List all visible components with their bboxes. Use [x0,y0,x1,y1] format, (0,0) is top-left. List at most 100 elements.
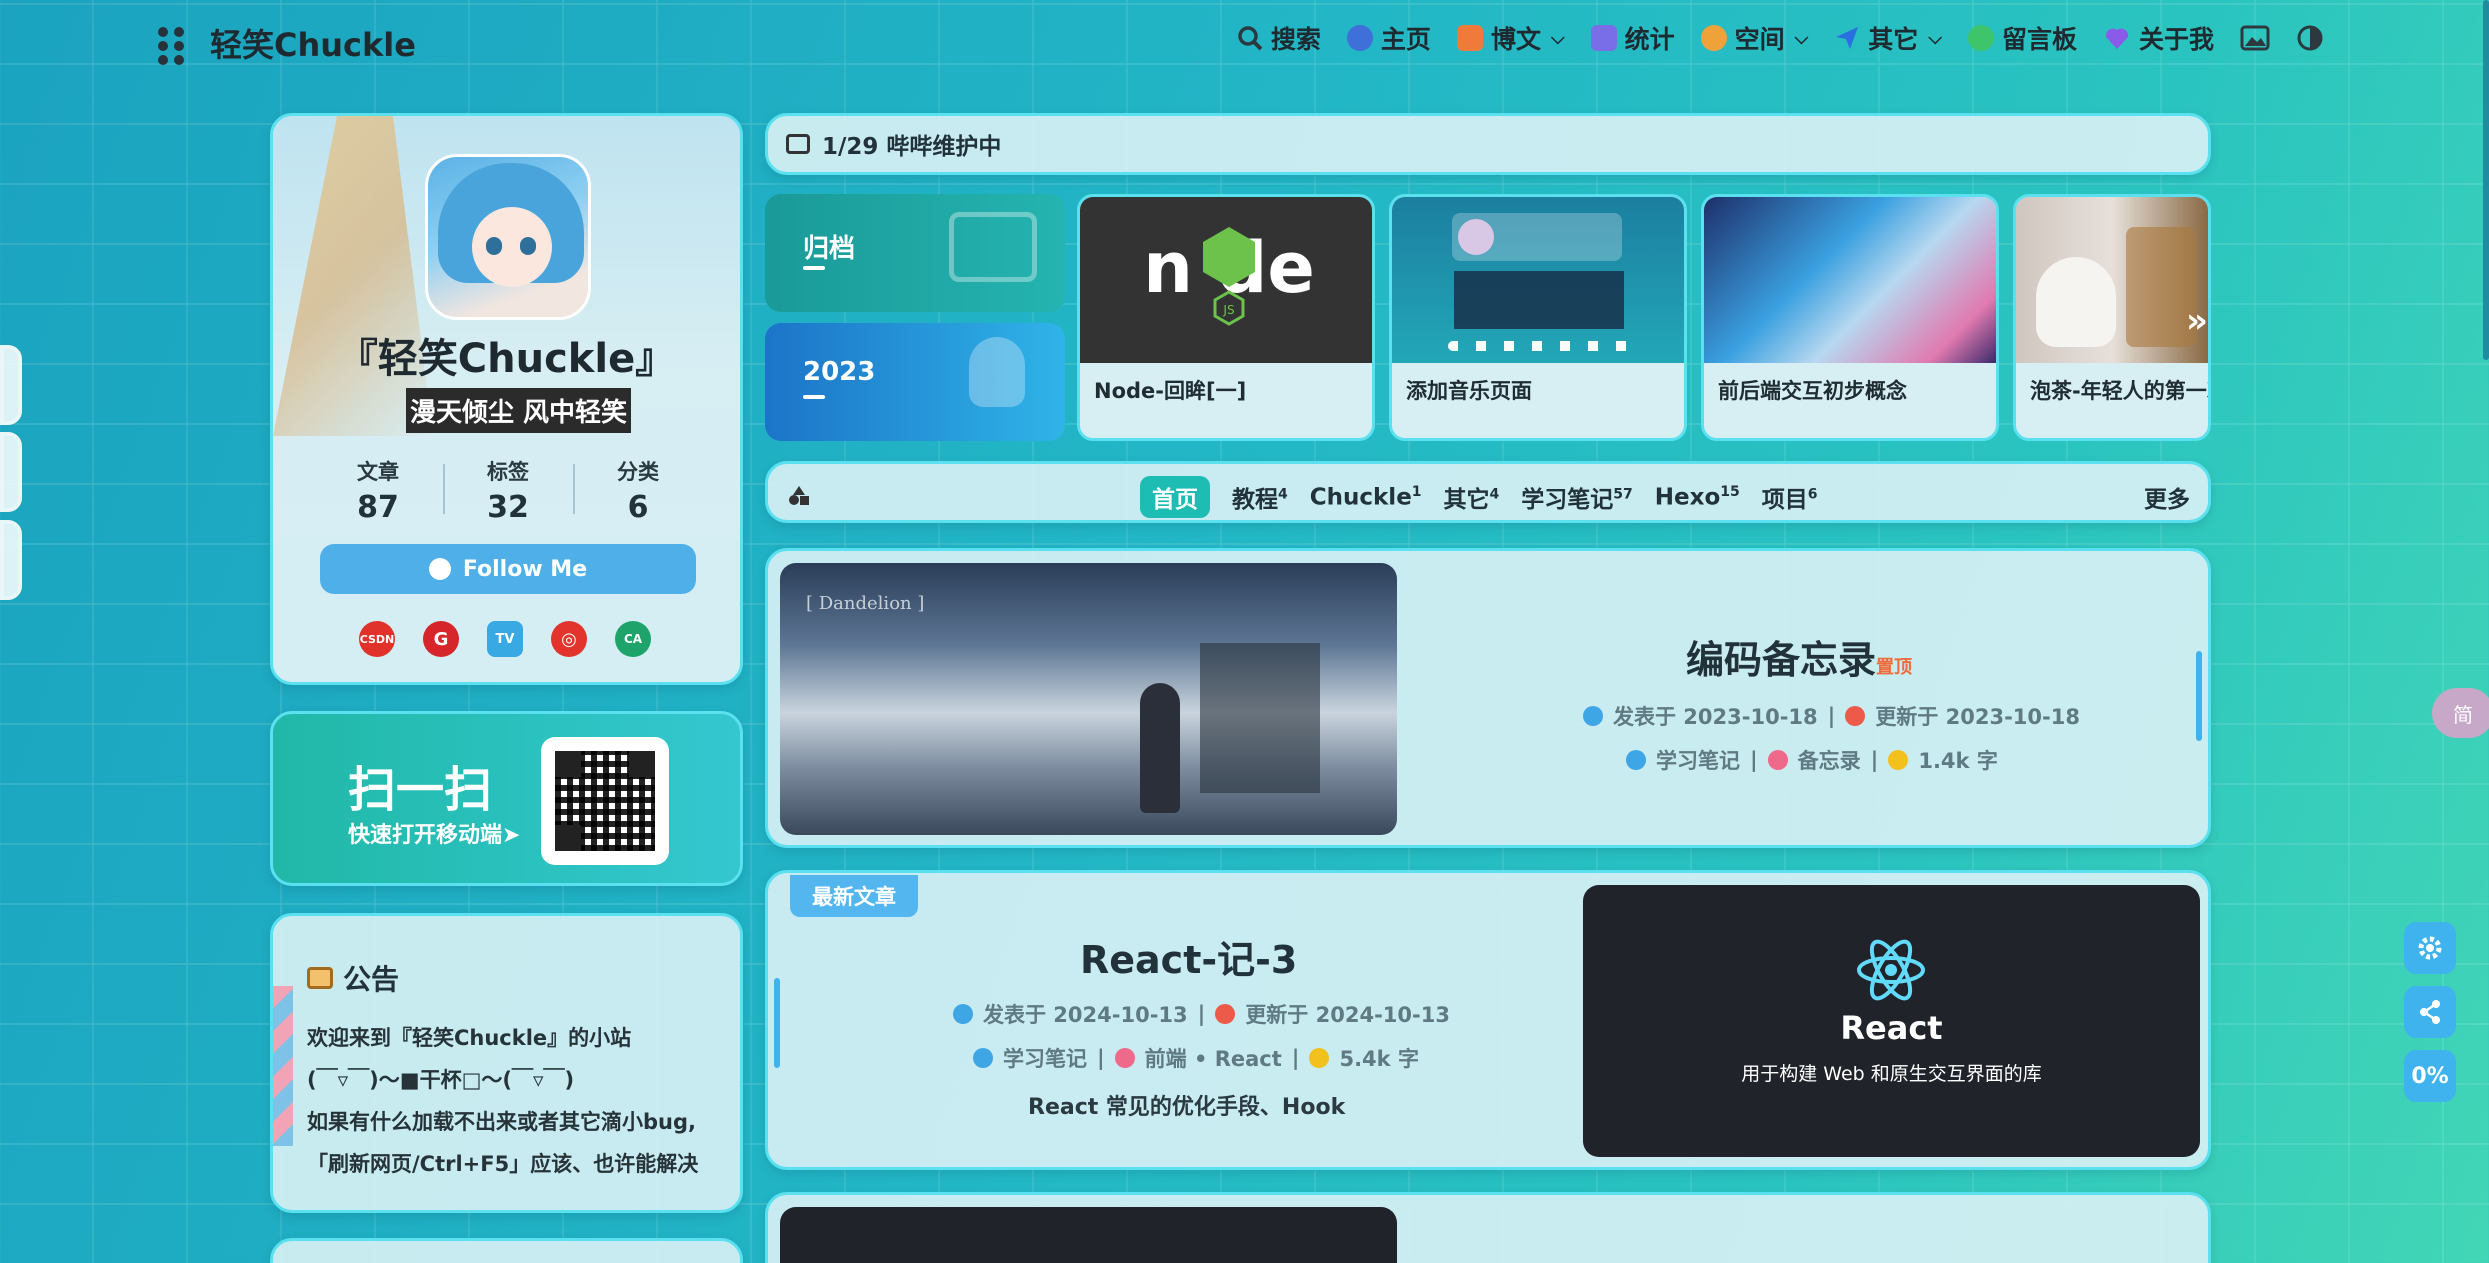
article-title: 编码备忘录置顶 [1686,638,1913,682]
side-handle[interactable] [0,520,22,600]
bilibili-icon[interactable]: TV [487,621,523,657]
card-scroll-indicator [2196,651,2202,741]
follow-label: Follow Me [462,556,588,582]
article-cover: React 用于构建 Web 和原生交互界面的库 [1583,885,2200,1157]
nav-item-space[interactable]: 空间 ⌵ [1700,20,1808,56]
social-links: CSDN G TV ◎ CA [359,621,651,657]
megaphone-icon [307,967,333,989]
category-more-link[interactable]: 更多 [2144,480,2190,514]
stat-categories[interactable]: 分类 6 [573,456,703,525]
scan-title: 扫一扫 [348,762,493,818]
nav-item-label: 博文 [1490,25,1541,54]
qr-code[interactable] [541,737,669,865]
nav-item-label: 其它 [1868,25,1919,54]
nav-item-stats[interactable]: 统计 [1590,20,1675,56]
page-scrollbar[interactable] [2483,0,2489,360]
plane-icon [1836,27,1859,49]
avatar[interactable] [425,154,591,320]
message-icon [1967,25,1994,51]
article-tags[interactable]: 备忘录 [1798,745,1861,775]
bibi-bar[interactable]: 1/29 哔哔维护中 [765,113,2211,175]
post-title: 添加音乐页面 [1406,379,1532,403]
category-tab-tutorial[interactable]: 教程4 [1232,476,1288,518]
settings-button[interactable] [2404,922,2456,974]
chevron-right-icon[interactable]: » [2186,301,2208,341]
stat-articles[interactable]: 文章 87 [313,456,443,525]
category-tab-hexo[interactable]: Hexo15 [1655,480,1740,515]
category-tab-other[interactable]: 其它4 [1444,476,1500,518]
chevron-down-icon: ⌵ [1928,27,1942,49]
category-tab-projects[interactable]: 项目6 [1762,476,1818,518]
wordcount-icon [1309,1048,1330,1068]
nav-item-search[interactable]: 搜索 [1237,20,1321,56]
category-tab-notes[interactable]: 学习笔记57 [1521,476,1632,518]
bibi-text: 1/29 哔哔维护中 [822,134,1002,160]
tile-2023[interactable]: 2023 [765,323,1065,441]
article-dates: 发表于 2023-10-18 | 更新于 2023-10-18 [1583,701,2080,731]
post-thumbnail: n de JS [1080,197,1372,363]
nav-item-label: 主页 [1380,25,1431,54]
recent-post-card[interactable]: 前后端交互初步概念 [1701,194,1999,441]
article-category[interactable]: 学习笔记 [1656,745,1740,775]
article-tags[interactable]: 前端 • React [1145,1043,1282,1073]
follow-button[interactable]: Follow Me [320,544,696,594]
stat-label: 标签 [487,460,529,484]
article-category[interactable]: 学习笔记 [1003,1043,1087,1073]
heart-icon [2105,28,2129,49]
category-tabs: 首页 教程4 Chuckle1 其它4 学习笔记57 Hexo15 项目6 [1140,476,1818,518]
announcement-line: 「刷新网页/Ctrl+F5」应该、也许能解决 [307,1152,699,1176]
category-tab-chuckle[interactable]: Chuckle1 [1310,480,1422,515]
nav-item-articles[interactable]: 博文 ⌵ [1456,20,1565,56]
recent-post-card[interactable]: n de JS Node-回眸[一] [1077,194,1375,441]
stat-value: 87 [357,490,399,525]
announcement-card: 公告 欢迎来到『轻笑Chuckle』的小站 (￣▿￣)～■干杯□～(￣▿￣) 如… [270,913,743,1213]
wallpaper-toggle[interactable] [2240,25,2270,51]
post-title: 泡茶-年轻人的第一次 [2030,379,2211,403]
nav-item-label: 空间 [1734,25,1785,54]
nav-item-label: 留言板 [2001,25,2077,54]
site-brand[interactable]: 轻笑Chuckle [210,20,416,66]
side-handle[interactable] [0,432,22,512]
article-title: React-记-3 [1080,938,1298,982]
cover-caption: [ Dandelion ] [806,593,925,614]
article-card[interactable] [765,1192,2211,1263]
category-tab-home[interactable]: 首页 [1140,476,1210,518]
contrast-icon [2297,25,2323,51]
tile-label: 2023 [803,357,876,387]
announcement-line: 如果有什么加载不出来或者其它滴小bug, [307,1110,696,1134]
cloud-icon[interactable]: CA [615,621,651,657]
nav-item-home[interactable]: 主页 [1346,20,1431,56]
scroll-progress-button[interactable]: 0% [2404,1050,2456,1102]
gitee-icon[interactable]: G [423,621,459,657]
side-handle[interactable] [0,345,22,425]
recent-post-card[interactable]: 泡茶-年轻人的第一次 » [2013,194,2211,441]
stats-icon [1590,25,1617,51]
wordcount-icon [1888,750,1909,770]
darkmode-toggle[interactable] [2296,24,2324,52]
nav-item-others[interactable]: 其它 ⌵ [1834,20,1942,56]
csdn-icon[interactable]: CSDN [359,621,395,657]
image-icon [2240,25,2270,51]
nodejs-logo: n de JS [1143,227,1315,326]
translate-button[interactable]: 简 [2432,688,2489,738]
announcement-line: (￣▿￣)～■干杯□～(￣▿￣) [307,1068,575,1092]
search-icon [1238,26,1263,51]
announcement-title: 公告 [307,958,399,998]
refresh-icon [1845,706,1866,726]
nav-item-guestbook[interactable]: 留言板 [1967,20,2077,56]
menu-grid-icon[interactable] [158,27,186,65]
recent-post-card[interactable]: 添加音乐页面 [1389,194,1687,441]
decorative-stripe [273,986,293,1146]
gear-icon [2418,936,2442,960]
refresh-icon [1215,1004,1236,1024]
article-card[interactable]: 最新文章 React-记-3 发表于 2024-10-13 | 更新于 2024-… [765,870,2211,1170]
tag-icon [1767,750,1788,770]
share-button[interactable] [2404,986,2456,1038]
tile-label: 归档 [803,234,856,264]
stat-tags[interactable]: 标签 32 [443,456,573,525]
tile-archive[interactable]: 归档 [765,194,1065,312]
nav-item-about[interactable]: 关于我 [2103,20,2214,56]
article-card[interactable]: [ Dandelion ] 编码备忘录置顶 发表于 2023-10-18 | 更新… [765,548,2211,848]
netease-music-icon[interactable]: ◎ [551,621,587,657]
laptop-icon [949,212,1037,282]
